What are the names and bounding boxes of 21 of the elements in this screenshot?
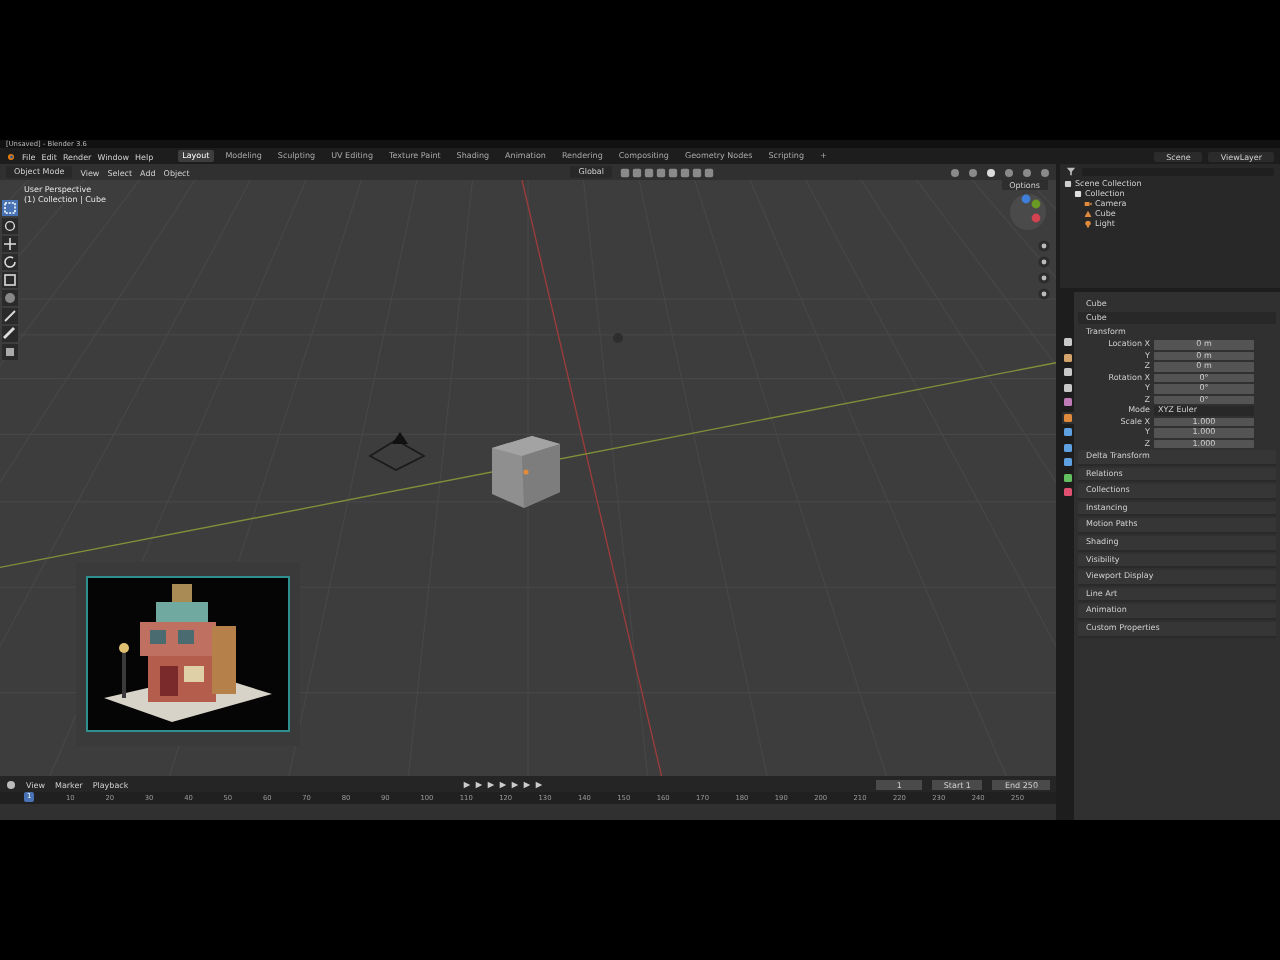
properties-tab[interactable] — [1061, 336, 1073, 348]
camera-icon — [1084, 199, 1092, 207]
camera-drawing — [368, 432, 428, 472]
properties-tab[interactable] — [1061, 486, 1073, 498]
properties-tab[interactable] — [1061, 381, 1073, 393]
properties-tab[interactable] — [1061, 351, 1073, 363]
properties-tab[interactable] — [1061, 366, 1073, 378]
move-icon[interactable] — [2, 236, 18, 252]
triangle-icon — [1084, 209, 1092, 217]
properties-tab[interactable] — [1061, 471, 1073, 483]
scale-icon[interactable] — [2, 272, 18, 288]
bulb-icon — [1084, 219, 1092, 227]
blender-logo-icon[interactable] — [6, 151, 16, 161]
select-box-icon[interactable] — [2, 200, 18, 216]
properties-tab[interactable] — [1061, 411, 1073, 423]
properties-tab[interactable] — [1061, 426, 1073, 438]
navigation-gizmo-icon[interactable] — [1008, 192, 1048, 232]
properties-tab[interactable] — [1061, 441, 1073, 453]
rotate-icon[interactable] — [2, 254, 18, 270]
properties-tab[interactable] — [1061, 396, 1073, 408]
properties-tab[interactable] — [1061, 456, 1073, 468]
